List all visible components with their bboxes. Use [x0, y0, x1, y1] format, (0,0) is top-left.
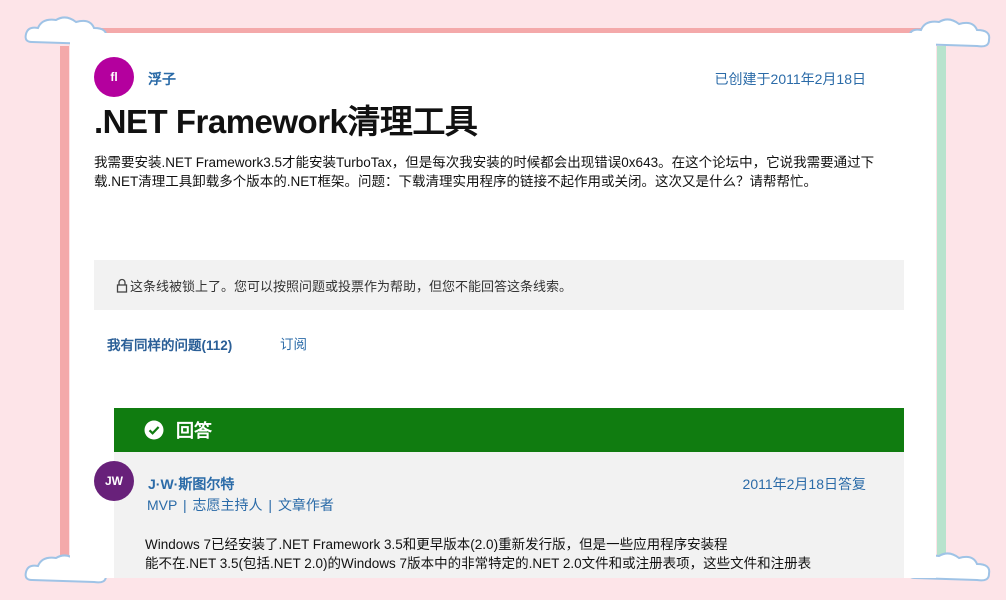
- role-moderator: 志愿主持人: [192, 497, 263, 513]
- role-article-author: 文章作者: [277, 497, 334, 513]
- frame-right-border: [937, 46, 946, 566]
- answer-replied-date: 2011年2月18日答复: [742, 476, 866, 492]
- answer-header-label: 回答: [176, 421, 212, 441]
- question-body: 我需要安装.NET Framework3.5才能安装TurboTax，但是每次我…: [94, 155, 875, 189]
- thread-locked-notice: 这条线被锁上了。您可以按照问题或投票作为帮助，但您不能回答这条线索。: [94, 260, 904, 310]
- author-roles: MVP | 志愿主持人 | 文章作者: [147, 495, 334, 515]
- role-separator: |: [268, 497, 273, 513]
- answer-author-avatar[interactable]: JW: [94, 461, 134, 501]
- question-created-date: 已创建于2011年2月18日: [714, 71, 866, 87]
- frame-left-border: [60, 46, 69, 566]
- answer-author-link[interactable]: J·W·斯图尔特: [148, 474, 234, 494]
- question-author-avatar[interactable]: fl: [94, 57, 134, 97]
- role-separator: |: [182, 497, 187, 513]
- role-mvp: MVP: [147, 497, 178, 513]
- answer-body-line: 能不在.NET 3.5(包括.NET 2.0)的Windows 7版本中的非常特…: [145, 556, 812, 571]
- check-circle-icon: [144, 420, 164, 440]
- question-author-link[interactable]: 浮子: [148, 69, 176, 89]
- page-title: .NET Framework清理工具: [94, 103, 478, 140]
- forum-thread-page: fl 浮子 已创建于2011年2月18日 .NET Framework清理工具 …: [70, 33, 936, 578]
- subscribe-link[interactable]: 订阅: [280, 333, 307, 353]
- answer-header: 回答: [114, 408, 904, 452]
- same-question-button[interactable]: 我有同样的问题(112): [107, 334, 232, 354]
- answer-body: Windows 7已经安装了.NET Framework 3.5和更早版本(2.…: [145, 535, 870, 573]
- locked-notice-text: 这条线被锁上了。您可以按照问题或投票作为帮助，但您不能回答这条线索。: [130, 278, 573, 294]
- answer-body-line: Windows 7已经安装了.NET Framework 3.5和更早版本(2.…: [145, 537, 728, 552]
- lock-icon: [116, 278, 128, 293]
